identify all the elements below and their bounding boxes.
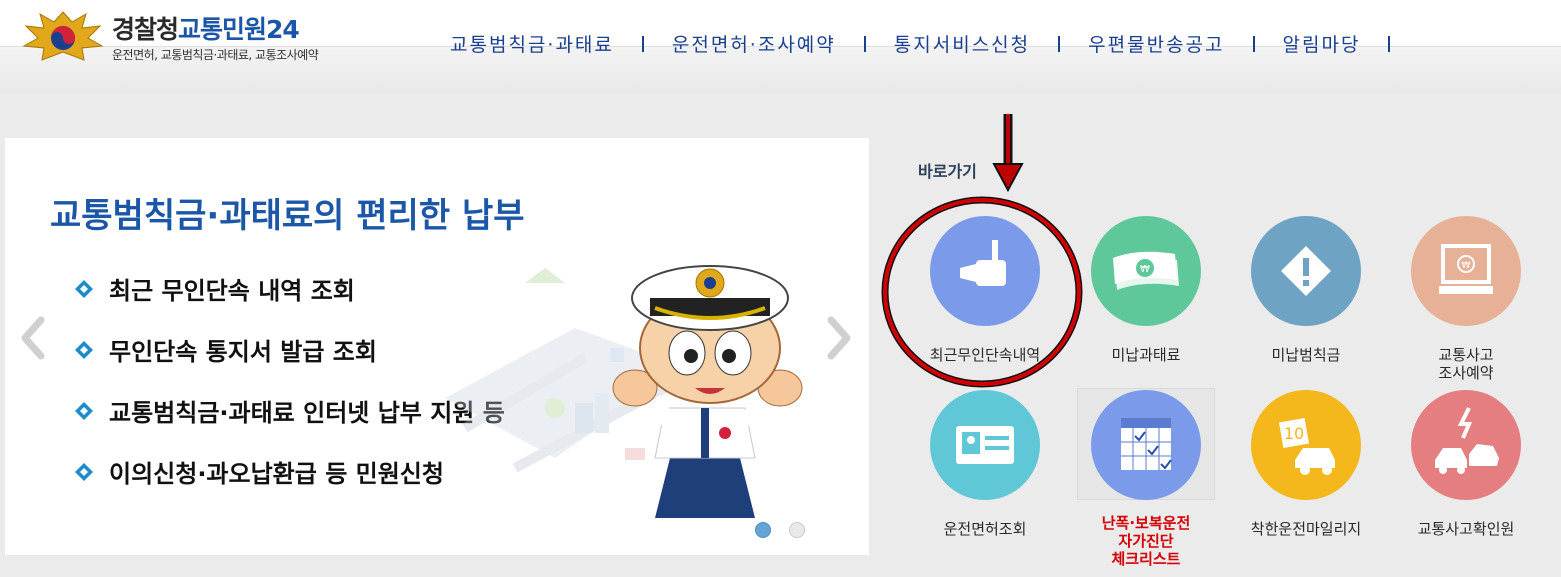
quick-icon-circle — [1091, 390, 1201, 500]
main-nav: 교통범칙금·과태료 운전면허·조사예약 통지서비스신청 우편물반송공고 알림마당 — [450, 30, 1418, 57]
camera-icon — [930, 216, 1040, 326]
header: 경찰청교통민원24 운전면허, 교통범칙금·과태료, 교통조사예약 교통범칙금·… — [0, 0, 1561, 94]
nav-returned-mail[interactable]: 우편물반송공고 — [1088, 30, 1224, 57]
slide-dot[interactable] — [755, 522, 771, 538]
quick-icon-circle — [930, 216, 1040, 326]
mileage-badge-text: 10 — [1284, 424, 1304, 443]
slide-pagination — [755, 522, 823, 538]
nav-divider — [1252, 35, 1255, 52]
mileage-icon: 10 — [1251, 390, 1361, 500]
nav-divider — [1388, 35, 1391, 52]
warning-icon — [1251, 216, 1361, 326]
quick-link-accident-reservation[interactable]: ₩ 교통사고 조사예약 — [1386, 216, 1546, 382]
quick-icon-circle: ₩ — [1091, 216, 1201, 326]
quick-link-good-driving-mileage[interactable]: 10 착한운전마일리지 — [1226, 390, 1386, 538]
logo-subtitle: 운전면허, 교통범칙금·과태료, 교통조사예약 — [112, 48, 319, 62]
police-mascot-illustration — [445, 265, 803, 518]
site-logo[interactable]: 경찰청교통민원24 운전면허, 교통범칙금·과태료, 교통조사예약 — [20, 8, 380, 68]
quick-link-unpaid-penalty[interactable]: 미납범칙금 — [1226, 216, 1386, 364]
diamond-bullet-icon — [75, 462, 93, 481]
police-emblem-icon — [22, 11, 104, 61]
nav-divider — [1058, 35, 1061, 52]
license-card-icon — [930, 390, 1040, 500]
logo-title: 경찰청교통민원24 — [112, 15, 300, 44]
quick-icon-circle — [1411, 390, 1521, 500]
slide-dot[interactable] — [789, 522, 805, 538]
quick-link-license-inquiry[interactable]: 운전면허조회 — [905, 390, 1065, 538]
calendar-check-icon — [1091, 390, 1201, 500]
nav-divider — [641, 35, 644, 52]
quick-link-recent-enforcement[interactable]: 최근무인단속내역 — [905, 216, 1065, 364]
accident-icon — [1411, 390, 1521, 500]
nav-notice[interactable]: 알림마당 — [1283, 30, 1361, 57]
diamond-bullet-icon — [75, 340, 93, 359]
quick-icon-circle: ₩ — [1411, 216, 1521, 326]
nav-penalty-fines[interactable]: 교통범칙금·과태료 — [450, 30, 614, 57]
nav-divider — [863, 35, 866, 52]
svg-text:₩: ₩ — [1462, 261, 1471, 271]
chevron-right-icon[interactable] — [825, 316, 855, 360]
quick-link-accident-certificate[interactable]: 교통사고확인원 — [1386, 390, 1546, 538]
quick-icon-circle: 10 — [1251, 390, 1361, 500]
quick-link-aggressive-driving-checklist[interactable]: 난폭·보복운전 자가진단 체크리스트 — [1066, 390, 1226, 568]
computer-icon: ₩ — [1411, 216, 1521, 326]
nav-notification-service[interactable]: 통지서비스신청 — [894, 30, 1030, 57]
quick-link-unpaid-fine[interactable]: ₩ 미납과태료 — [1066, 216, 1226, 364]
nav-license-reservation[interactable]: 운전면허·조사예약 — [672, 30, 836, 57]
quick-links-label: 바로가기 — [918, 162, 977, 181]
quick-icon-circle — [930, 390, 1040, 500]
svg-text:₩: ₩ — [1140, 264, 1150, 275]
quick-icon-circle — [1251, 216, 1361, 326]
annotation-arrow — [992, 114, 1024, 193]
diamond-bullet-icon — [75, 279, 93, 298]
chevron-left-icon[interactable] — [17, 316, 47, 360]
diamond-bullet-icon — [75, 401, 93, 420]
main-banner: 교통범칙금·과태료의 편리한 납부 최근 무인단속 내역 조회 무인단속 통지서… — [5, 138, 869, 555]
money-icon: ₩ — [1091, 216, 1201, 326]
